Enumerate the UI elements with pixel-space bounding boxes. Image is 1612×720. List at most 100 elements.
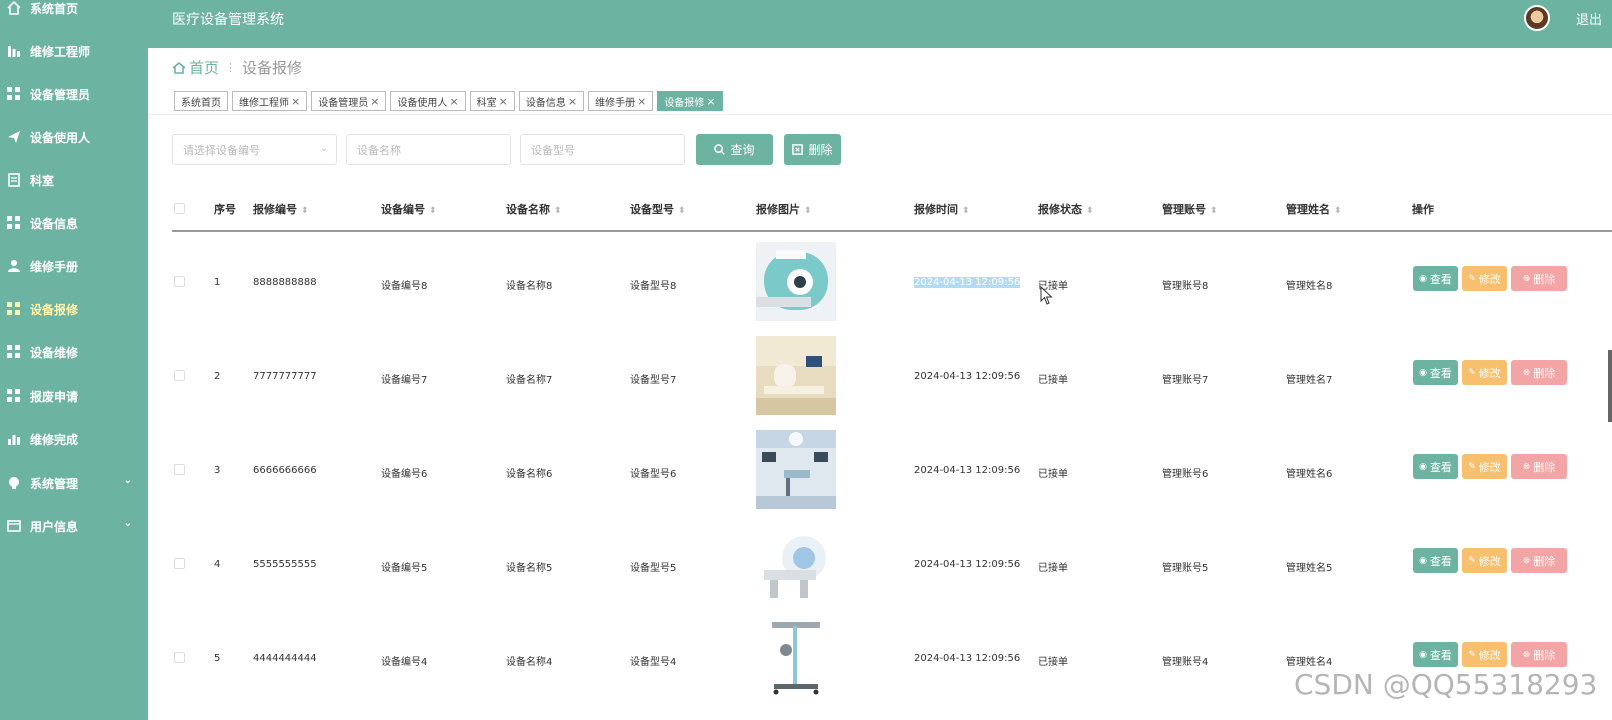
tag-repair-request[interactable]: 设备报修 ×: [657, 91, 723, 111]
sidebar-item-department[interactable]: 科室: [0, 165, 148, 195]
sidebar-item-label: 维修完成: [30, 432, 79, 447]
edit-button[interactable]: ✎ 修改: [1462, 548, 1507, 573]
column-header[interactable]: 报修时间 ⬍: [914, 201, 970, 217]
cell-repair-time: 2024-04-13 12:09:56: [914, 371, 1021, 382]
column-header[interactable]: 设备编号 ⬍: [381, 201, 437, 217]
sidebar-item-repair-request[interactable]: 设备报修: [0, 294, 148, 324]
column-header[interactable]: 管理账号 ⬍: [1162, 201, 1218, 217]
delete-button[interactable]: ⊗ 删除: [1511, 454, 1567, 479]
sidebar-item-repair-done[interactable]: 维修完成: [0, 424, 148, 454]
sidebar-item-scrap-request[interactable]: 报废申请: [0, 381, 148, 411]
close-icon[interactable]: ×: [706, 95, 715, 108]
tag-home[interactable]: 系统首页: [174, 91, 228, 111]
sidebar-item-manual[interactable]: 维修手册: [0, 251, 148, 281]
close-icon[interactable]: ×: [370, 95, 379, 108]
batch-delete-button[interactable]: 删除: [784, 134, 841, 165]
radiotherapy-machine-image[interactable]: [756, 242, 836, 321]
surgical-lamp-image[interactable]: [756, 618, 836, 697]
delete-button[interactable]: ⊗ 删除: [1511, 642, 1567, 667]
view-button[interactable]: ◉ 查看: [1413, 548, 1458, 573]
sidebar-item-system[interactable]: 系统管理 ⌄: [0, 468, 148, 498]
sidebar-item-label: 用户信息: [30, 519, 79, 534]
sidebar-item-device-info[interactable]: 设备信息: [0, 208, 148, 238]
cell-account: 管理账号8: [1162, 281, 1209, 292]
view-button[interactable]: ◉ 查看: [1413, 360, 1458, 385]
tag-device-admin[interactable]: 设备管理员 ×: [311, 91, 387, 111]
row-checkbox[interactable]: [174, 652, 185, 663]
tag-manual[interactable]: 维修手册 ×: [588, 91, 654, 111]
tag-device-info[interactable]: 设备信息 ×: [518, 91, 585, 111]
delete-icon: ⊗: [1522, 555, 1531, 566]
delete-label: 删除: [1533, 366, 1556, 380]
delete-label: 删除: [808, 143, 833, 157]
column-header[interactable]: 报修图片 ⬍: [756, 201, 812, 217]
tag-device-user[interactable]: 设备使用人 ×: [390, 91, 466, 111]
eye-icon: ◉: [1419, 649, 1427, 660]
delete-label: 删除: [1533, 272, 1556, 286]
tag-department[interactable]: 科室 ×: [469, 91, 515, 111]
scrollbar[interactable]: [1608, 350, 1612, 422]
home-icon: [7, 0, 21, 15]
cell-manager-name: 管理姓名6: [1286, 469, 1333, 480]
view-button[interactable]: ◉ 查看: [1413, 266, 1458, 291]
grid-icon: [7, 302, 21, 316]
close-icon[interactable]: ×: [499, 95, 508, 108]
device-model-input[interactable]: 设备型号: [520, 134, 685, 165]
cell-index: 3: [214, 465, 221, 476]
column-header[interactable]: 报修编号 ⬍: [253, 201, 309, 217]
delete-icon: ⊗: [1522, 273, 1531, 284]
column-header[interactable]: 报修状态 ⬍: [1038, 201, 1094, 217]
breadcrumb-separator: ⋮: [225, 61, 237, 74]
cell-index: 5: [214, 653, 221, 664]
delete-button[interactable]: ⊗ 删除: [1511, 548, 1567, 573]
cell-device-name: 设备名称6: [506, 469, 553, 480]
sidebar-item-maintenance[interactable]: 设备维修: [0, 337, 148, 367]
view-button[interactable]: ◉ 查看: [1413, 642, 1458, 667]
column-header[interactable]: 管理姓名 ⬍: [1286, 201, 1342, 217]
edit-button[interactable]: ✎ 修改: [1462, 642, 1507, 667]
device-name-input[interactable]: 设备名称: [346, 134, 511, 165]
sidebar-item-home[interactable]: 系统首页: [0, 0, 148, 23]
close-icon[interactable]: ×: [568, 95, 577, 108]
avatar[interactable]: [1524, 5, 1550, 31]
eye-icon: ◉: [1419, 273, 1427, 284]
tag-engineer[interactable]: 维修工程师 ×: [232, 91, 308, 111]
close-icon[interactable]: ×: [637, 95, 646, 108]
ct-scanner-image[interactable]: [756, 524, 836, 603]
select-all-checkbox[interactable]: [174, 203, 185, 214]
treatment-room-image[interactable]: [756, 336, 836, 415]
cell-repair-time: 2024-04-13 12:09:56: [914, 277, 1021, 288]
close-icon[interactable]: ×: [291, 95, 300, 108]
sidebar-item-device-user[interactable]: 设备使用人: [0, 122, 148, 152]
edit-button[interactable]: ✎ 修改: [1462, 266, 1507, 291]
logout-link[interactable]: 退出: [1576, 9, 1602, 28]
row-checkbox[interactable]: [174, 558, 185, 569]
column-header[interactable]: 设备型号 ⬍: [630, 201, 686, 217]
column-header[interactable]: 设备名称 ⬍: [506, 201, 562, 217]
row-checkbox[interactable]: [174, 276, 185, 287]
delete-button[interactable]: ⊗ 删除: [1511, 360, 1567, 385]
close-icon[interactable]: ×: [449, 95, 458, 108]
chevron-down-icon: ⌄: [123, 475, 132, 486]
delete-label: 删除: [1533, 648, 1556, 662]
breadcrumb-home[interactable]: 首页: [189, 57, 219, 78]
sidebar-item-device-admin[interactable]: 设备管理员: [0, 79, 148, 109]
delete-button[interactable]: ⊗ 删除: [1511, 266, 1567, 291]
device-no-select[interactable]: 请选择设备编号 ⌄: [172, 134, 337, 165]
sidebar-item-user-info[interactable]: 用户信息 ⌄: [0, 511, 148, 541]
sidebar-item-engineer[interactable]: 维修工程师: [0, 36, 148, 66]
edit-button[interactable]: ✎ 修改: [1462, 360, 1507, 385]
tag-label: 科室: [476, 97, 497, 109]
cell-repair-no: 8888888888: [253, 277, 317, 288]
divider: [148, 114, 1612, 115]
cell-repair-time: 2024-04-13 12:09:56: [914, 559, 1021, 570]
table-header: 序号 报修编号 ⬍ 设备编号 ⬍ 设备名称 ⬍ 设备型号 ⬍ 报修图片 ⬍ 报修时间 ⬍ 报…: [172, 190, 1612, 232]
operating-room-image[interactable]: [756, 430, 836, 509]
edit-button[interactable]: ✎ 修改: [1462, 454, 1507, 479]
edit-icon: ✎: [1468, 555, 1476, 566]
row-checkbox[interactable]: [174, 464, 185, 475]
row-checkbox[interactable]: [174, 370, 185, 381]
tag-label: 设备信息: [525, 97, 566, 109]
query-button[interactable]: 查询: [696, 134, 773, 165]
view-button[interactable]: ◉ 查看: [1413, 454, 1458, 479]
